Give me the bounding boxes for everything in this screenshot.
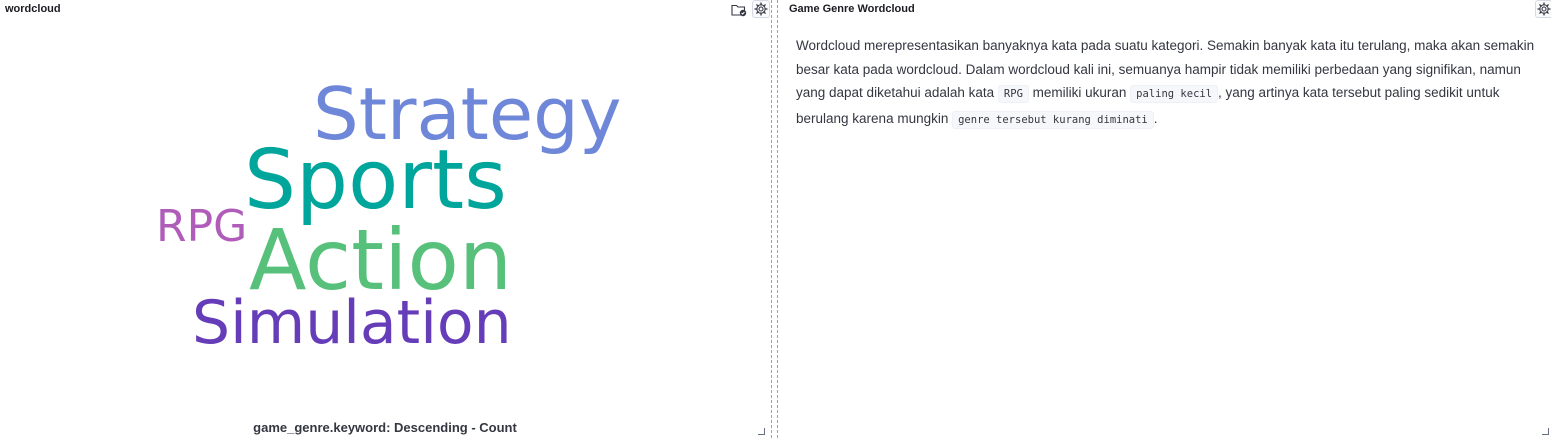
panel-title: Game Genre Wordcloud [789, 3, 915, 15]
markdown-text: Wordcloud merepresentasikan banyaknya ka… [796, 34, 1536, 132]
inline-code: genre tersebut kurang diminati [952, 110, 1154, 129]
markdown-panel: Game Genre Wordcloud Wordcloud mereprese… [779, 0, 1551, 438]
resize-handle[interactable] [1542, 428, 1549, 435]
legend-title: game_genre.keyword: Descending - Count [253, 420, 517, 435]
dashboard: wordcloud Strategy Sports RPG Action Sim… [0, 0, 1551, 438]
markdown-text-segment: . [1153, 110, 1158, 126]
gear-icon[interactable] [1535, 0, 1551, 18]
word-rpg[interactable]: RPG [156, 205, 247, 249]
word-simulation[interactable]: Simulation [192, 293, 512, 353]
wordcloud-chart: Strategy Sports RPG Action Simulation [0, 0, 770, 438]
wordcloud-panel: wordcloud Strategy Sports RPG Action Sim… [0, 0, 770, 438]
inline-code: RPG [997, 85, 1029, 103]
word-sports[interactable]: Sports [244, 140, 507, 222]
resize-handle[interactable] [758, 428, 765, 435]
markdown-text-segment: memiliki ukuran [1028, 85, 1131, 100]
panel-divider[interactable] [777, 0, 778, 438]
inline-code: paling kecil [1130, 85, 1219, 103]
panel-divider[interactable] [771, 0, 772, 438]
